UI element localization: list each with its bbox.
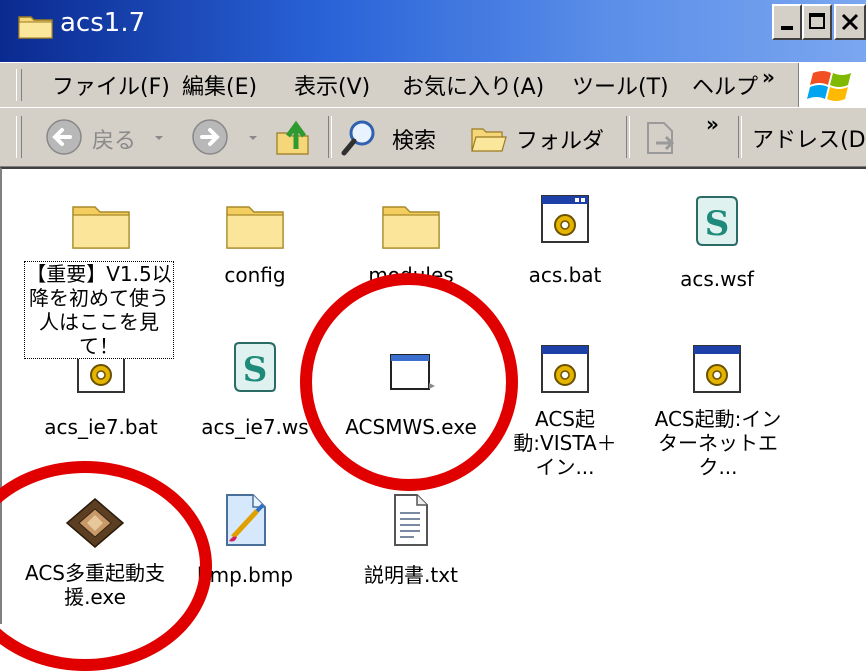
back-button[interactable]: 戻る	[44, 114, 184, 160]
menu-grip[interactable]	[16, 69, 22, 101]
toolbar-grip[interactable]	[16, 116, 22, 158]
batch-file-icon	[541, 195, 589, 243]
windows-flag-icon	[807, 71, 851, 101]
standard-toolbar: 戻る 検索 フォルダ » アドレス(D)	[0, 107, 866, 168]
menu-favorites[interactable]: お気に入り(A)	[402, 69, 544, 101]
file-name: acs.bat	[528, 263, 602, 287]
file-name: ACS起動:VISTA＋イン...	[513, 407, 617, 479]
title-bar[interactable]: acs1.7	[0, 0, 866, 64]
toolbar-separator	[738, 116, 742, 158]
folder-icon	[226, 206, 284, 249]
menu-file[interactable]: ファイル(F)	[52, 69, 170, 101]
batch-file-icon	[541, 345, 589, 393]
menu-bar: ファイル(F) 編集(E) 表示(V) お気に入り(A) ツール(T) ヘルプ …	[0, 62, 866, 108]
folders-icon	[471, 128, 507, 152]
chip-exe-icon	[65, 498, 125, 548]
folder-icon	[72, 206, 130, 249]
file-item[interactable]: ACS起動:VISTA＋イン...	[490, 343, 640, 479]
up-folder-button[interactable]	[272, 114, 316, 160]
file-name: 説明書.txt	[364, 563, 458, 587]
bitmap-file-icon	[226, 494, 266, 546]
search-label: 検索	[392, 129, 437, 154]
menu-help[interactable]: ヘルプ	[692, 69, 758, 101]
folders-label: フォルダ	[516, 129, 605, 154]
file-item[interactable]: modules	[336, 197, 486, 297]
back-arrow-icon	[46, 119, 82, 155]
close-icon	[841, 13, 859, 31]
file-item[interactable]: acs.bat	[490, 193, 640, 293]
menu-edit[interactable]: 編集(E)	[182, 69, 257, 101]
move-to-icon	[647, 122, 675, 154]
batch-file-icon	[693, 345, 741, 393]
menu-tools[interactable]: ツール(T)	[572, 69, 669, 101]
file-name: acs_ie7.bat	[44, 415, 158, 439]
script-file-icon: S	[234, 342, 276, 392]
file-item[interactable]: 説明書.txt	[336, 491, 486, 591]
forward-dropdown-icon[interactable]	[248, 133, 258, 143]
file-name: config	[224, 263, 286, 287]
up-folder-icon	[276, 120, 309, 155]
file-item[interactable]: config	[180, 197, 330, 297]
toolbar-separator	[328, 116, 332, 158]
toolbar-separator	[626, 116, 630, 158]
menu-more-chevron[interactable]: »	[762, 65, 775, 89]
svg-text:S: S	[243, 350, 268, 390]
menu-view[interactable]: 表示(V)	[294, 69, 370, 101]
file-name: bmp.bmp	[196, 563, 294, 587]
file-name: ACS多重起動支援.exe	[25, 561, 165, 609]
search-button[interactable]: 検索	[340, 114, 450, 160]
maximize-icon	[809, 13, 825, 29]
toolbar-more-chevron[interactable]: »	[706, 112, 719, 136]
search-icon	[341, 120, 375, 156]
window-title: acs1.7	[60, 8, 146, 38]
svg-text:S: S	[705, 204, 730, 244]
back-label: 戻る	[92, 129, 137, 154]
windows-logo	[798, 63, 866, 107]
file-item[interactable]: S acs_ie7.ws	[180, 339, 330, 439]
file-name: modules	[368, 263, 454, 287]
forward-arrow-icon	[192, 119, 228, 155]
script-file-icon: S	[696, 196, 738, 246]
folder-icon	[382, 206, 440, 249]
address-label[interactable]: アドレス(D)	[752, 122, 866, 154]
file-item[interactable]: ACS多重起動支援.exe	[20, 497, 170, 609]
folders-button[interactable]: フォルダ	[468, 114, 618, 160]
maximize-button[interactable]	[802, 4, 832, 40]
tooltip: 【重要】V1.5以降を初めて使う人はここを見て！	[24, 261, 174, 359]
file-name: ACS起動:インターネットエク...	[654, 407, 782, 479]
file-item[interactable]: S acs.wsf	[642, 193, 792, 293]
file-name: ACSMWS.exe	[345, 415, 477, 439]
file-item[interactable]: ACSMWS.exe	[336, 349, 486, 449]
text-file-icon	[394, 494, 428, 546]
file-item[interactable]	[26, 197, 176, 257]
minimize-button[interactable]	[772, 4, 802, 40]
file-item[interactable]: bmp.bmp	[170, 491, 320, 591]
forward-button[interactable]	[190, 114, 270, 160]
minimize-icon	[781, 26, 793, 30]
executable-icon	[390, 354, 435, 390]
back-dropdown-icon[interactable]	[154, 133, 164, 143]
file-item[interactable]: ACS起動:インターネットエク...	[642, 343, 792, 479]
file-name: acs.wsf	[680, 267, 754, 291]
file-name: acs_ie7.ws	[201, 415, 309, 439]
move-to-button[interactable]	[640, 114, 684, 160]
folder-icon	[18, 16, 53, 39]
close-button[interactable]	[834, 4, 866, 40]
file-list-view[interactable]: config modules acs.bat S acs.wsf acs_ie7…	[0, 167, 866, 671]
